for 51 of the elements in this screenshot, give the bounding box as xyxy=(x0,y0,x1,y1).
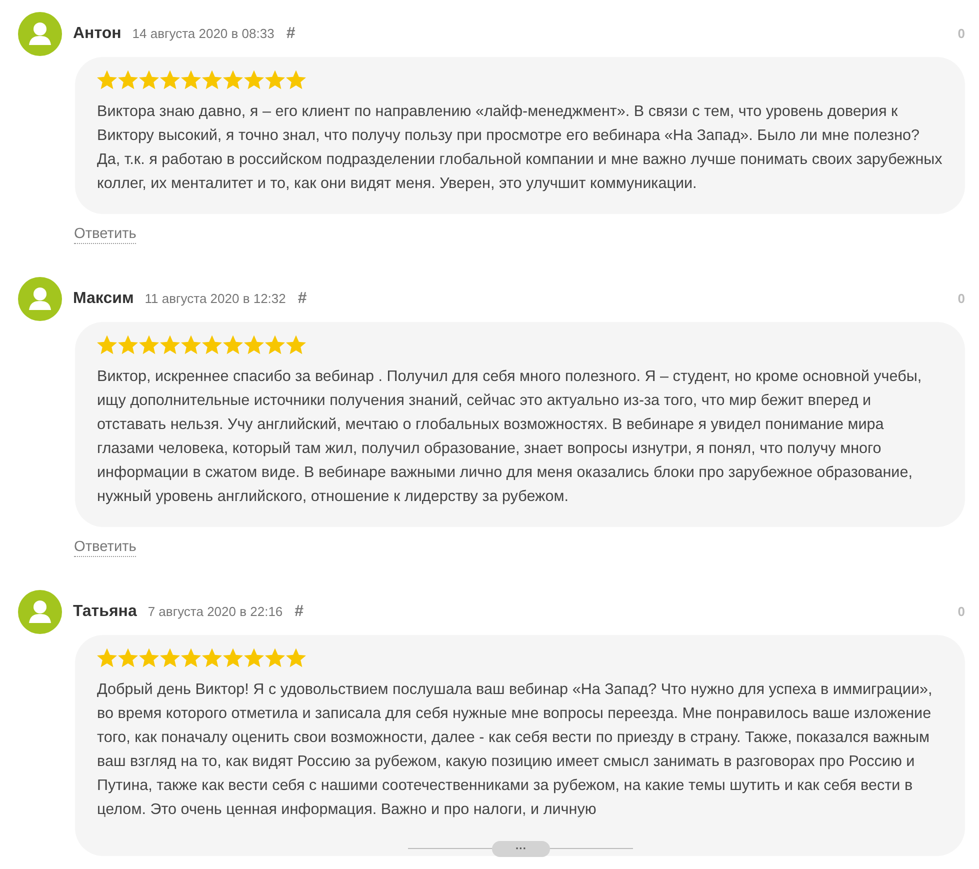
comment-text: Виктора знаю давно, я – его клиент по направлению «лайф-менеджмент». В связи с тем, что уровень доверия к Виктору высокий, я точно знал, что получу пользу при просмотре его вебинара «На Запад». Было ли мне полезно? Да, т.к. я работаю в российском подразделении глобальной компании и мне важно лучше понимать своих зарубежных коллег, их менталитет и то, как они видят меня. Уверен, это улучшит коммуникации. xyxy=(97,102,943,194)
comment-text: Виктор, искреннее спасибо за вебинар . Получил для себя много полезного. Я – студент, но кроме основной учебы, ищу дополнительные источники получения знаний, сейчас это актуально из-за того, что мир бежит вперед и отставать нельзя. Учу английский, мечтаю о глобальных возможностях. В вебинаре я увидел понимание мира глазами человека, который там жил, получил образование, знает вопросы изнутри, я понял, что получу много информации в сжатом виде. В вебинаре важными лично для меня оказались блоки про зарубежное образование, нужный уровень английского, отношение к лидерству за рубежом. xyxy=(97,367,923,507)
author-name: Антон xyxy=(73,24,122,44)
star-icon xyxy=(160,648,180,668)
star-icon xyxy=(97,70,117,90)
comment-date: 11 августа 2020 в 12:32 xyxy=(144,290,286,308)
star-icon xyxy=(118,335,138,355)
permalink[interactable]: # xyxy=(286,22,296,46)
star-icon xyxy=(202,70,222,90)
comment-date: 14 августа 2020 в 08:33 xyxy=(132,25,274,44)
star-icon xyxy=(160,335,180,355)
star-icon xyxy=(181,648,201,668)
star-icon xyxy=(223,70,243,90)
star-icon xyxy=(265,335,285,355)
avatar-icon xyxy=(18,277,62,321)
star-icon xyxy=(160,70,180,90)
reply-link[interactable]: Ответить xyxy=(74,538,136,557)
vote-count: 0 xyxy=(958,603,965,622)
star-icon xyxy=(265,70,285,90)
star-icon xyxy=(139,70,159,90)
avatar-icon xyxy=(18,590,62,634)
author-name: Татьяна xyxy=(73,602,137,622)
star-icon xyxy=(286,335,306,355)
star-icon xyxy=(286,648,306,668)
star-icon xyxy=(202,648,222,668)
star-icon xyxy=(118,648,138,668)
star-icon xyxy=(97,335,117,355)
reply-link[interactable]: Ответить xyxy=(74,225,136,244)
star-icon xyxy=(118,70,138,90)
star-icon xyxy=(97,648,117,668)
expand-button[interactable]: ··· xyxy=(492,841,550,857)
vote-count: 0 xyxy=(958,290,965,308)
vote-count: 0 xyxy=(958,25,965,44)
star-icon xyxy=(223,648,243,668)
star-icon xyxy=(181,335,201,355)
star-icon xyxy=(181,70,201,90)
star-icon xyxy=(244,648,264,668)
star-icon xyxy=(286,70,306,90)
avatar-icon xyxy=(18,12,62,56)
permalink[interactable]: # xyxy=(298,287,307,311)
star-icon xyxy=(202,335,222,355)
comment-text: Добрый день Виктор! Я с удовольствием послушала ваш вебинар «На Запад? Что нужно для успеха в иммиграции», во время которого отметила и записала для себя нужные мне вопросы переезда. Мне понравилось ваше изложение того, как поначалу оценить свои возможности, далее - как себя вести по приезду в страну. Также, показался важным ваш взгляд на то, как видят Россию за рубежом, какую позицию имеет смысл занимать в разговорах про Россию и Путина, также как вести себя с нашими соотечественниками за рубежом, на какие темы шутить и как себя вести в целом. Это очень ценная информация. Важно и про налоги, и личную xyxy=(97,680,934,820)
permalink[interactable]: # xyxy=(294,600,304,624)
star-icon xyxy=(139,648,159,668)
comment-date: 7 августа 2020 в 22:16 xyxy=(148,603,283,622)
star-icon xyxy=(223,335,243,355)
star-icon xyxy=(265,648,285,668)
star-icon xyxy=(244,335,264,355)
star-icon xyxy=(139,335,159,355)
author-name: Максим xyxy=(73,289,134,309)
star-icon xyxy=(244,70,264,90)
